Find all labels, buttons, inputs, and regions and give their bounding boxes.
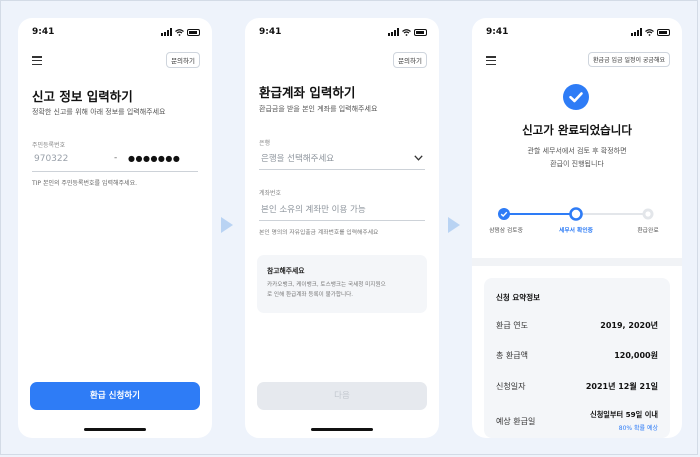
check-circle-icon — [563, 84, 589, 110]
account-hint: 본인 명의의 자유입출금 계좌번호를 입력해주세요 — [259, 230, 379, 236]
status-bar: 9:41 — [486, 27, 670, 39]
id-back-masked: ●●●●●●● — [128, 154, 181, 163]
home-indicator — [84, 428, 146, 431]
summary-label: 환급 연도 — [496, 321, 528, 330]
complete-title: 신고가 완료되었습니다 — [522, 123, 632, 137]
home-indicator — [311, 428, 373, 431]
signal-icon — [388, 28, 399, 36]
summary-row-year: 환급 연도 2019, 2020년 — [496, 320, 658, 331]
notice-body-line1: 카카오뱅크, 케이뱅크, 토스뱅크는 국세청 미지원으 — [267, 282, 386, 288]
status-bar: 9:41 — [32, 27, 200, 39]
bank-placeholder: 은행을 선택해주세요 — [261, 154, 335, 164]
account-label: 계좌번호 — [259, 190, 282, 197]
screen-report-complete: 9:41 환급금 입금 일정이 궁금해요 신고가 완료되었습니다 관할 세무서에… — [472, 18, 682, 438]
battery-icon — [657, 29, 670, 36]
step-label-review: 삼쩜삼 검토중 — [489, 228, 523, 234]
chevron-down-icon — [414, 155, 423, 161]
step-current-icon — [569, 207, 583, 221]
signal-icon — [161, 28, 172, 36]
wifi-icon — [402, 29, 411, 36]
page-title: 신고 정보 입력하기 — [32, 89, 133, 104]
battery-icon — [414, 29, 427, 36]
tip-text: TIP 본인의 주민등록번호를 입력해주세요. — [32, 180, 138, 187]
refund-schedule-button[interactable]: 환급금 입금 일정이 궁금해요 — [588, 52, 670, 67]
notice-body-line2: 로 인해 환급계좌 등록이 불가합니다. — [267, 292, 354, 298]
apply-refund-button[interactable]: 환급 신청하기 — [30, 382, 200, 410]
probability-note: 80% 확률 예상 — [618, 425, 658, 432]
step-pending-icon — [642, 208, 654, 220]
complete-desc-line1: 관할 세무서에서 검토 후 확정하면 — [527, 147, 627, 155]
flow-arrow-icon — [221, 217, 233, 233]
menu-icon[interactable] — [486, 56, 496, 66]
summary-value: 120,000원 — [614, 351, 658, 360]
page-subtitle: 환급금을 받을 본인 계좌를 입력해주세요 — [259, 105, 378, 113]
notice-title: 참고해주세요 — [267, 267, 305, 275]
summary-value: 신청일부터 59일 이내 — [590, 410, 658, 419]
section-divider — [472, 258, 682, 266]
id-number-label: 주민등록번호 — [32, 142, 66, 149]
summary-row-amount: 총 환급액 120,000원 — [496, 350, 658, 361]
flow-arrow-icon — [448, 217, 460, 233]
step-done-icon — [498, 208, 510, 220]
step-label-tax-office: 세무서 확인중 — [558, 228, 594, 234]
menu-icon[interactable] — [32, 56, 42, 66]
status-time: 9:41 — [32, 27, 55, 37]
id-front-value: 970322 — [34, 154, 69, 164]
summary-label: 예상 환급일 — [496, 417, 536, 426]
inquiry-button[interactable]: 문의하기 — [393, 52, 427, 68]
inquiry-button[interactable]: 문의하기 — [166, 52, 200, 68]
summary-row-date: 신청일자 2021년 12월 21일 — [496, 381, 658, 392]
account-placeholder: 본인 소유의 계좌만 이용 가능 — [261, 205, 366, 215]
summary-title: 신청 요약정보 — [496, 293, 541, 302]
complete-desc-line2: 환급이 진행됩니다 — [550, 160, 604, 168]
signal-icon — [631, 28, 642, 36]
status-time: 9:41 — [259, 27, 282, 37]
wifi-icon — [175, 29, 184, 36]
page-title: 환급계좌 입력하기 — [259, 85, 356, 100]
account-input[interactable]: 본인 소유의 계좌만 이용 가능 — [259, 198, 425, 221]
summary-value: 2021년 12월 21일 — [585, 382, 658, 391]
next-button[interactable]: 다음 — [257, 382, 427, 410]
bank-select[interactable]: 은행을 선택해주세요 — [259, 147, 425, 170]
bank-label: 은행 — [259, 140, 271, 147]
screen-refund-account: 9:41 문의하기 환급계좌 입력하기 환급금을 받을 본인 계좌를 입력해주세… — [245, 18, 439, 438]
summary-label: 총 환급액 — [496, 351, 528, 360]
wifi-icon — [645, 29, 654, 36]
summary-value: 2019, 2020년 — [600, 321, 658, 330]
summary-label: 신청일자 — [496, 382, 526, 391]
status-time: 9:41 — [486, 27, 509, 37]
notice-box: 참고해주세요 카카오뱅크, 케이뱅크, 토스뱅크는 국세청 미지원으 로 인해 … — [257, 255, 427, 313]
progress-line-pending — [576, 213, 648, 215]
step-label-complete: 환급완료 — [637, 228, 659, 234]
screen-report-info: 9:41 문의하기 신고 정보 입력하기 정확한 신고를 위해 아래 정보를 입… — [18, 18, 212, 438]
page-subtitle: 정확한 신고를 위해 아래 정보를 입력해주세요 — [32, 108, 166, 116]
id-dash: - — [114, 153, 118, 163]
battery-icon — [187, 29, 200, 36]
status-bar: 9:41 — [259, 27, 427, 39]
progress-line-done — [504, 213, 576, 215]
id-number-field[interactable]: 970322 - ●●●●●●● — [32, 149, 198, 172]
